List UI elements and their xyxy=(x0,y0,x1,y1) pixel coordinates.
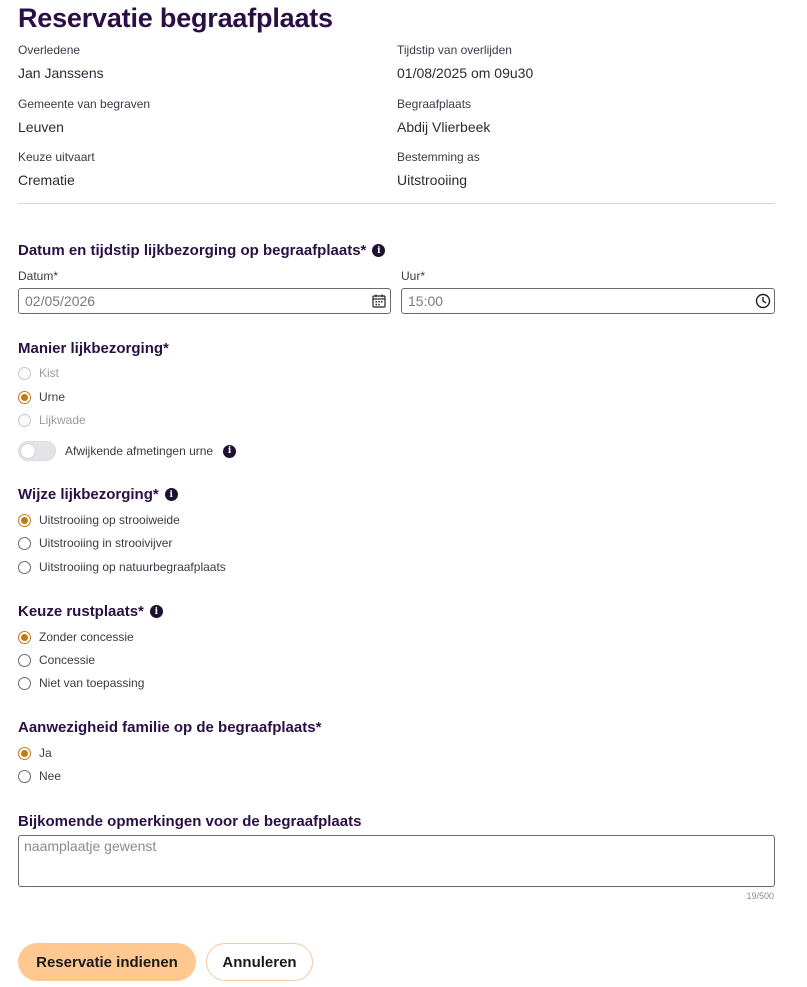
radio-button[interactable] xyxy=(18,366,31,380)
info-tijdstip: Tijdstip van overlijden 01/08/2025 om 09… xyxy=(397,43,757,81)
radio-button[interactable] xyxy=(18,746,31,760)
radio-nee[interactable]: Nee xyxy=(18,768,61,784)
radio-concessie[interactable]: Concessie xyxy=(18,652,95,668)
afwijkende-afmetingen-row: Afwijkende afmetingen urne i xyxy=(18,441,237,461)
radio-label: Zonder concessie xyxy=(39,630,134,644)
radio-lijkwade[interactable]: Lijkwade xyxy=(18,412,86,428)
opmerkingen-heading: Bijkomende opmerkingen voor de begraafpl… xyxy=(18,813,362,830)
radio-label: Uitstrooiing in strooivijver xyxy=(39,536,173,550)
begraafplaats-value: Abdij Vlierbeek xyxy=(397,119,491,135)
radio-button[interactable] xyxy=(18,630,31,644)
radio-label: Urne xyxy=(39,390,66,404)
time-label: Uur* xyxy=(401,269,426,283)
overledene-value: Jan Janssens xyxy=(18,65,104,81)
page-title: Reservatie begraafplaats xyxy=(18,3,333,33)
radio-strooiweide[interactable]: Uitstrooiing op strooiweide xyxy=(18,512,180,528)
tijdstip-value: 01/08/2025 om 09u30 xyxy=(397,65,534,81)
radio-label: Concessie xyxy=(39,653,96,667)
calendar-icon[interactable] xyxy=(371,293,387,309)
bestemming-label: Bestemming as xyxy=(397,150,480,164)
uitvaart-value: Crematie xyxy=(18,172,75,188)
time-input[interactable]: 15:00 xyxy=(401,288,775,314)
gemeente-value: Leuven xyxy=(18,119,64,135)
info-gemeente: Gemeente van begraven Leuven xyxy=(18,97,378,135)
tijdstip-label: Tijdstip van overlijden xyxy=(397,43,512,57)
time-value: 15:00 xyxy=(408,293,444,309)
radio-niet-van-toepassing[interactable]: Niet van toepassing xyxy=(18,675,144,691)
overledene-label: Overledene xyxy=(18,43,81,57)
info-uitvaart: Keuze uitvaart Crematie xyxy=(18,150,378,188)
info-begraafplaats: Begraafplaats Abdij Vlierbeek xyxy=(397,97,757,135)
radio-button[interactable] xyxy=(18,560,31,574)
wijze-heading: Wijze lijkbezorging* i xyxy=(18,486,178,503)
character-counter: 19/500 xyxy=(746,891,774,901)
opmerkingen-textarea[interactable]: naamplaatje gewenst xyxy=(18,835,775,887)
info-icon[interactable]: i xyxy=(223,444,237,458)
radio-button[interactable] xyxy=(18,413,31,427)
radio-button[interactable] xyxy=(18,536,31,550)
datetime-heading: Datum en tijdstip lijkbezorging op begra… xyxy=(18,242,386,259)
radio-natuurbegraafplaats[interactable]: Uitstrooiing op natuurbegraafplaats xyxy=(18,559,226,575)
uitvaart-label: Keuze uitvaart xyxy=(18,150,95,164)
radio-label: Ja xyxy=(39,746,52,760)
reservatie-indienen-button[interactable]: Reservatie indienen xyxy=(18,943,196,981)
gemeente-label: Gemeente van begraven xyxy=(18,97,151,111)
radio-label: Nee xyxy=(39,769,62,783)
radio-label: Uitstrooiing op strooiweide xyxy=(39,513,180,527)
manier-heading: Manier lijkbezorging* xyxy=(18,340,169,357)
date-value: 02/05/2026 xyxy=(25,293,96,309)
radio-button[interactable] xyxy=(18,676,31,690)
radio-kist[interactable]: Kist xyxy=(18,365,59,381)
toggle-label: Afwijkende afmetingen urne xyxy=(65,444,214,458)
radio-label: Lijkwade xyxy=(39,413,86,427)
radio-button[interactable] xyxy=(18,769,31,783)
date-label: Datum* xyxy=(18,269,59,283)
info-icon[interactable]: i xyxy=(372,244,386,257)
afwijkende-afmetingen-toggle[interactable] xyxy=(18,441,56,461)
info-bestemming: Bestemming as Uitstrooiing xyxy=(397,150,757,188)
familie-heading: Aanwezigheid familie op de begraafplaats… xyxy=(18,719,322,736)
info-icon[interactable]: i xyxy=(164,488,178,501)
radio-urne[interactable]: Urne xyxy=(18,389,65,405)
annuleren-button[interactable]: Annuleren xyxy=(206,943,313,981)
radio-button[interactable] xyxy=(18,513,31,527)
info-overledene: Overledene Jan Janssens xyxy=(18,43,378,81)
date-input[interactable]: 02/05/2026 xyxy=(18,288,391,314)
radio-label: Kist xyxy=(39,366,60,380)
clock-icon[interactable] xyxy=(755,293,771,309)
radio-label: Niet van toepassing xyxy=(39,676,145,690)
datetime-heading-text: Datum en tijdstip lijkbezorging op begra… xyxy=(18,242,367,259)
radio-strooivijver[interactable]: Uitstrooiing in strooivijver xyxy=(18,535,172,551)
section-divider xyxy=(18,203,775,204)
opmerkingen-value: naamplaatje gewenst xyxy=(24,838,157,854)
bestemming-value: Uitstrooiing xyxy=(397,172,468,188)
info-icon[interactable]: i xyxy=(149,605,163,618)
begraafplaats-label: Begraafplaats xyxy=(397,97,472,111)
radio-zonder-concessie[interactable]: Zonder concessie xyxy=(18,629,134,645)
radio-button[interactable] xyxy=(18,390,31,404)
radio-label: Uitstrooiing op natuurbegraafplaats xyxy=(39,560,226,574)
radio-ja[interactable]: Ja xyxy=(18,745,52,761)
rustplaats-heading: Keuze rustplaats* i xyxy=(18,603,163,620)
rustplaats-heading-text: Keuze rustplaats* xyxy=(18,603,144,620)
wijze-heading-text: Wijze lijkbezorging* xyxy=(18,486,159,503)
radio-button[interactable] xyxy=(18,653,31,667)
